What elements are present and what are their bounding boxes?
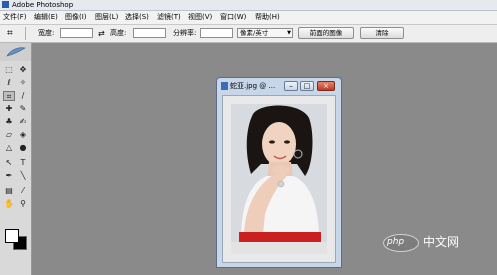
hand-tool-icon[interactable]: ✋ (3, 199, 15, 209)
close-button[interactable]: × (317, 81, 335, 91)
dodge-tool-icon[interactable]: ● (17, 143, 29, 153)
toolbox-header (0, 43, 31, 61)
lasso-tool-icon[interactable]: ℓ (3, 78, 15, 88)
move-tool-icon[interactable]: ✥ (17, 65, 29, 75)
menu-file[interactable]: 文件(F) (3, 11, 27, 24)
magic-wand-tool-icon[interactable]: ✧ (17, 78, 29, 88)
document-window[interactable]: 蛇亚.jpg @ ... – □ × (216, 77, 342, 268)
app-title: Adobe Photoshop (12, 1, 74, 9)
history-brush-tool-icon[interactable]: ✍ (17, 117, 29, 127)
menu-bar: 文件(F) 编辑(E) 图像(I) 图层(L) 选择(S) 滤镜(T) 视图(V… (0, 11, 497, 25)
menu-filter[interactable]: 滤镜(T) (157, 11, 181, 24)
slice-tool-icon[interactable]: ∕ (17, 91, 29, 101)
path-selection-tool-icon[interactable]: ↖ (3, 158, 15, 168)
chevron-down-icon: ▼ (287, 30, 291, 36)
menu-select[interactable]: 选择(S) (125, 11, 149, 24)
type-tool-icon[interactable]: T (17, 158, 29, 168)
eyedropper-tool-icon[interactable]: ⁄ (17, 186, 29, 196)
eraser-tool-icon[interactable]: ▱ (3, 130, 15, 140)
foreground-color-swatch[interactable] (5, 229, 19, 243)
resolution-label: 分辨率: (173, 29, 197, 37)
crop-tool-icon[interactable]: ⌗ (3, 91, 15, 101)
healing-brush-tool-icon[interactable]: ✚ (3, 104, 15, 114)
front-image-button[interactable]: 前面的图像 (298, 27, 354, 39)
pen-tool-icon[interactable]: ✒ (3, 171, 15, 181)
document-title: 蛇亚.jpg @ ... (230, 82, 276, 90)
minimize-button[interactable]: – (284, 81, 298, 91)
maximize-button[interactable]: □ (300, 81, 314, 91)
feather-logo-icon (6, 47, 26, 57)
height-input[interactable] (133, 28, 166, 38)
line-tool-icon[interactable]: ╲ (17, 171, 29, 181)
toolbox: ⬚ ✥ ℓ ✧ ⌗ ∕ ✚ ✎ ♣ ✍ ▱ ◈ △ ● ↖ T ✒ ╲ ▤ ⁄ … (0, 43, 32, 275)
menu-layer[interactable]: 图层(L) (95, 11, 118, 24)
photo-image (231, 104, 327, 254)
document-title-bar[interactable]: 蛇亚.jpg @ ... – □ × (217, 78, 341, 94)
crop-tool-icon[interactable]: ⌗ (7, 27, 20, 40)
resolution-input[interactable] (200, 28, 233, 38)
resolution-unit-select[interactable]: 像素/英寸 ▼ (237, 28, 293, 38)
marquee-tool-icon[interactable]: ⬚ (3, 65, 15, 75)
app-title-bar: Adobe Photoshop (0, 0, 497, 11)
menu-window[interactable]: 窗口(W) (220, 11, 246, 24)
menu-help[interactable]: 帮助(H) (255, 11, 280, 24)
width-input[interactable] (60, 28, 93, 38)
watermark-text: 中文网 (423, 235, 460, 249)
width-label: 宽度: (38, 29, 55, 37)
swap-arrows-icon[interactable]: ⇄ (98, 25, 105, 42)
canvas-area[interactable] (222, 95, 336, 263)
menu-image[interactable]: 图像(I) (65, 11, 87, 24)
resolution-unit-value: 像素/英寸 (240, 29, 269, 37)
zoom-tool-icon[interactable]: ⚲ (17, 199, 29, 209)
options-bar: ⌗ 宽度: ⇄ 高度: 分辨率: 像素/英寸 ▼ 前面的图像 清除 (0, 25, 497, 43)
brush-tool-icon[interactable]: ✎ (17, 104, 29, 114)
height-label: 高度: (110, 29, 127, 37)
photoshop-app-icon (2, 1, 9, 8)
clone-stamp-tool-icon[interactable]: ♣ (3, 117, 15, 127)
blur-tool-icon[interactable]: △ (3, 143, 15, 153)
paint-bucket-tool-icon[interactable]: ◈ (17, 130, 29, 140)
menu-view[interactable]: 视图(V) (188, 11, 212, 24)
php-logo-text: php (387, 237, 405, 247)
options-separator (25, 27, 26, 40)
notes-tool-icon[interactable]: ▤ (3, 186, 15, 196)
menu-edit[interactable]: 编辑(E) (34, 11, 58, 24)
clear-button[interactable]: 清除 (360, 27, 404, 39)
document-icon (221, 82, 228, 90)
